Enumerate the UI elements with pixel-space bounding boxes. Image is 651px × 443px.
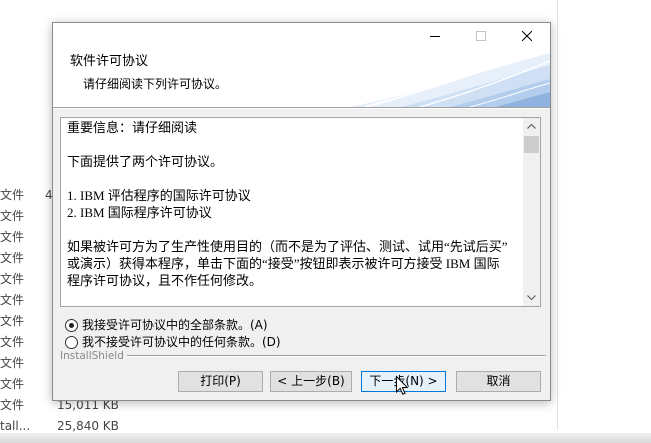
file-type: 文件 bbox=[0, 377, 25, 391]
accept-option[interactable]: 我接受许可协议中的全部条款。(A) bbox=[65, 317, 268, 333]
license-paragraph-line: 程序许可协议，且不作任何修改。 bbox=[67, 273, 263, 288]
close-button[interactable] bbox=[504, 23, 550, 49]
file-type: 文件 bbox=[0, 335, 25, 349]
branding-divider bbox=[126, 355, 546, 357]
header-divider-highlight bbox=[53, 108, 550, 109]
chevron-down-icon bbox=[527, 295, 536, 300]
decline-radio-button[interactable] bbox=[65, 335, 78, 349]
scroll-down-button[interactable] bbox=[523, 289, 540, 306]
license-text: 重要信息：请仔细阅读 下面提供了两个许可协议。 1. IBM 评估程序的国际许可… bbox=[61, 118, 523, 306]
license-text-box[interactable]: 重要信息：请仔细阅读 下面提供了两个许可协议。 1. IBM 评估程序的国际许可… bbox=[60, 117, 541, 307]
header-title: 软件许可协议 bbox=[70, 54, 149, 69]
license-agreement-dialog: 软件许可协议 请仔细阅读下列许可协议。 重要信息：请仔细阅读 下面提供了两个许可… bbox=[52, 22, 551, 401]
installshield-branding: InstallShield bbox=[60, 348, 546, 364]
maximize-icon bbox=[476, 31, 486, 41]
mouse-cursor-icon bbox=[396, 376, 408, 395]
scroll-up-button[interactable] bbox=[523, 118, 540, 135]
file-type: 文件 bbox=[0, 314, 25, 328]
minimize-button[interactable] bbox=[412, 23, 458, 49]
installshield-label: InstallShield bbox=[60, 350, 124, 362]
file-type: 文件 bbox=[0, 188, 25, 202]
agreement-item: 2. IBM 国际程序许可协议 bbox=[67, 205, 212, 220]
license-scrollbar[interactable] bbox=[523, 118, 540, 306]
accept-radio-button[interactable] bbox=[65, 318, 78, 332]
cancel-button[interactable]: 取消 bbox=[456, 371, 541, 392]
header-swoosh-graphic bbox=[350, 49, 550, 107]
window-edge bbox=[557, 0, 558, 430]
file-type: 文件 bbox=[0, 209, 25, 223]
scroll-thumb[interactable] bbox=[524, 136, 539, 153]
bottom-strip bbox=[0, 433, 651, 443]
license-heading: 重要信息：请仔细阅读 bbox=[67, 120, 198, 135]
minimize-icon bbox=[430, 36, 440, 37]
dialog-header: 软件许可协议 请仔细阅读下列许可协议。 bbox=[53, 49, 550, 107]
license-intro: 下面提供了两个许可协议。 bbox=[67, 154, 224, 169]
file-type: 文件 bbox=[0, 230, 25, 244]
back-button[interactable]: < 上一步(B) bbox=[270, 371, 352, 392]
file-type: 文件 bbox=[0, 398, 25, 412]
license-paragraph-line: 如果被许可方为了生产性使用目的（而不是为了评估、测试、试用“先试后买” bbox=[67, 239, 508, 254]
header-subtitle: 请仔细阅读下列许可协议。 bbox=[83, 77, 228, 91]
file-type: 文件 bbox=[0, 293, 25, 307]
maximize-button bbox=[458, 23, 504, 49]
file-type: 文件 bbox=[0, 251, 25, 265]
agreement-item: 1. IBM 评估程序的国际许可协议 bbox=[67, 188, 251, 203]
accept-option-label[interactable]: 我接受许可协议中的全部条款。(A) bbox=[82, 317, 268, 333]
title-bar[interactable] bbox=[53, 23, 550, 49]
file-type: 文件 bbox=[0, 272, 25, 286]
license-paragraph-line: 或演示）获得本程序，单击下面的“接受”按钮即表示被许可方接受 IBM 国际 bbox=[67, 256, 500, 271]
close-icon bbox=[522, 31, 532, 41]
chevron-up-icon bbox=[527, 124, 536, 129]
file-type: 文件 bbox=[0, 356, 25, 370]
print-button[interactable]: 打印(P) bbox=[178, 371, 263, 392]
